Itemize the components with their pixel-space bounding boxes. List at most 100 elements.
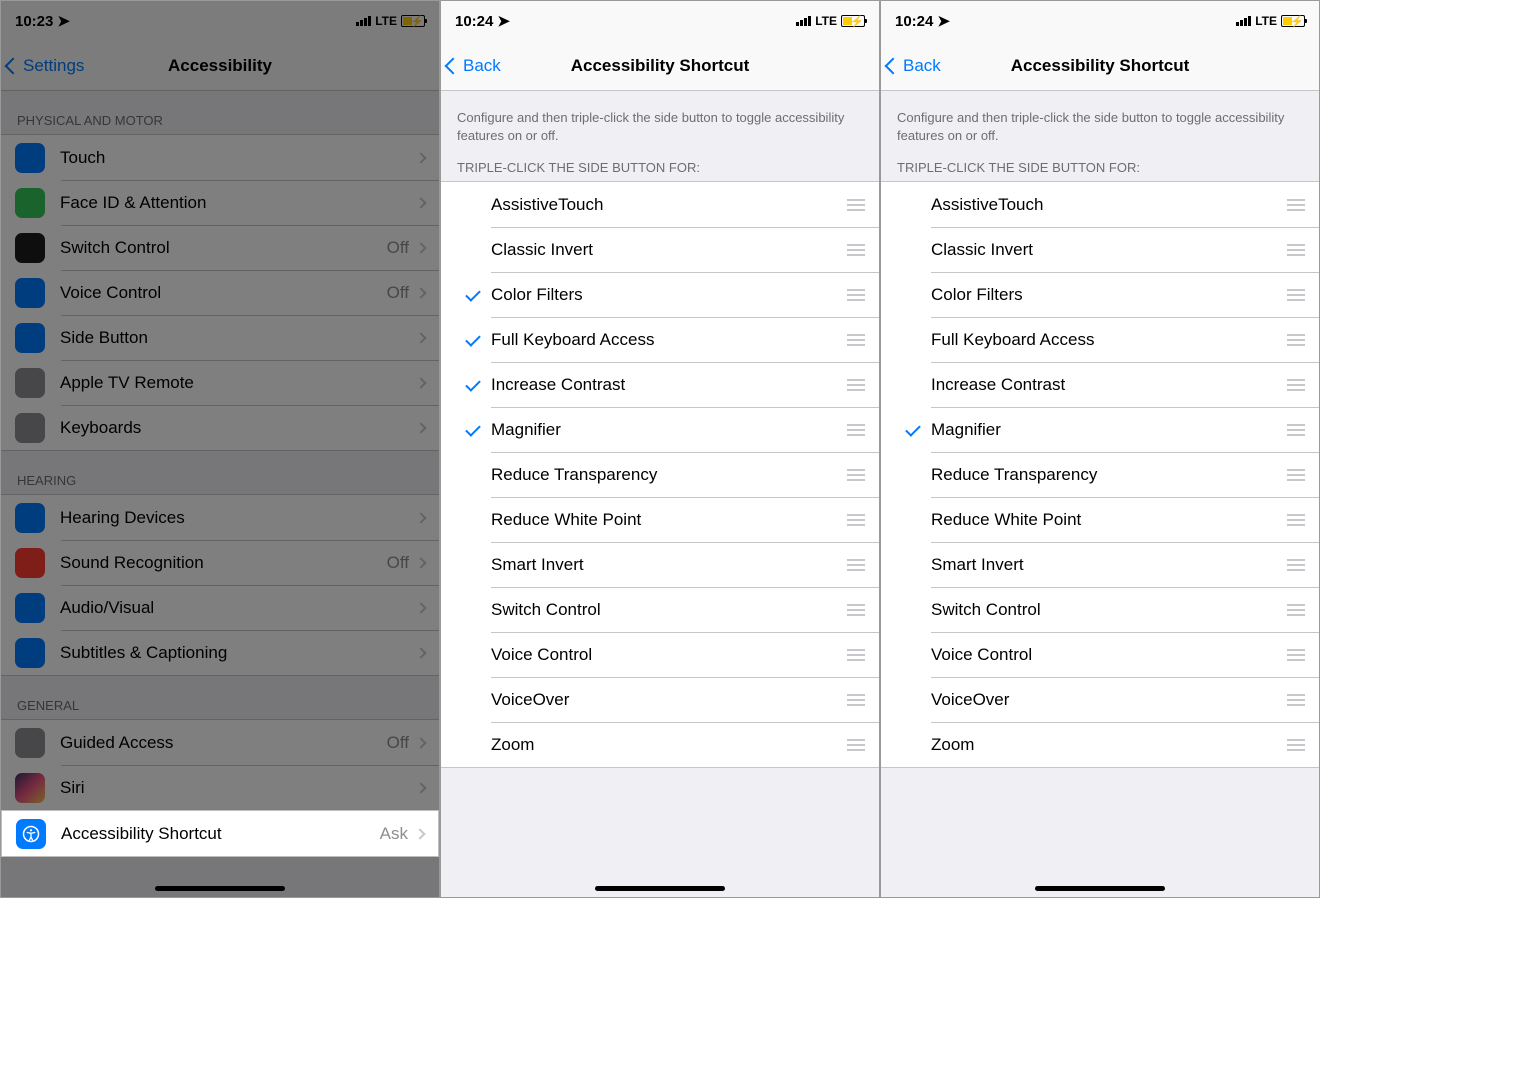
shortcut-option-row[interactable]: Classic Invert: [881, 227, 1319, 272]
chevron-left-icon: [5, 57, 22, 74]
settings-row[interactable]: Audio/Visual: [1, 585, 439, 630]
shortcut-option-row[interactable]: Reduce Transparency: [881, 452, 1319, 497]
shortcut-option-row[interactable]: Increase Contrast: [441, 362, 879, 407]
home-indicator[interactable]: [595, 886, 725, 891]
section-header-hearing: HEARING: [1, 451, 439, 494]
chevron-right-icon: [415, 602, 426, 613]
shortcut-option-row[interactable]: Switch Control: [441, 587, 879, 632]
content[interactable]: PHYSICAL AND MOTOR TouchFace ID & Attent…: [1, 91, 439, 897]
shortcut-option-row[interactable]: Magnifier: [881, 407, 1319, 452]
drag-handle-icon[interactable]: [1287, 514, 1305, 526]
option-label: Reduce White Point: [491, 510, 837, 530]
settings-row[interactable]: Voice ControlOff: [1, 270, 439, 315]
drag-handle-icon[interactable]: [1287, 604, 1305, 616]
page-title: Accessibility Shortcut: [1011, 56, 1190, 76]
settings-row[interactable]: Subtitles & Captioning: [1, 630, 439, 675]
location-icon: ➤: [497, 12, 510, 30]
shortcut-option-row[interactable]: Smart Invert: [441, 542, 879, 587]
accessibility-shortcut-row[interactable]: Accessibility Shortcut Ask: [1, 810, 439, 857]
shortcut-option-row[interactable]: Classic Invert: [441, 227, 879, 272]
drag-handle-icon[interactable]: [1287, 289, 1305, 301]
content[interactable]: Configure and then triple-click the side…: [441, 91, 879, 897]
caption-icon: [15, 638, 45, 668]
option-label: Switch Control: [931, 600, 1277, 620]
shortcut-option-row[interactable]: Increase Contrast: [881, 362, 1319, 407]
option-label: Switch Control: [491, 600, 837, 620]
row-label: Side Button: [60, 328, 417, 348]
drag-handle-icon[interactable]: [1287, 244, 1305, 256]
drag-handle-icon[interactable]: [847, 559, 865, 571]
shortcut-option-row[interactable]: Magnifier: [441, 407, 879, 452]
checkmark-icon: [465, 421, 481, 437]
back-button[interactable]: Back: [887, 41, 941, 90]
settings-row[interactable]: Sound RecognitionOff: [1, 540, 439, 585]
option-label: Magnifier: [931, 420, 1277, 440]
home-indicator[interactable]: [155, 886, 285, 891]
shortcut-option-row[interactable]: Reduce White Point: [441, 497, 879, 542]
drag-handle-icon[interactable]: [1287, 424, 1305, 436]
option-label: VoiceOver: [491, 690, 837, 710]
drag-handle-icon[interactable]: [1287, 694, 1305, 706]
chevron-right-icon: [415, 647, 426, 658]
chevron-right-icon: [415, 737, 426, 748]
drag-handle-icon[interactable]: [847, 379, 865, 391]
shortcut-option-row[interactable]: VoiceOver: [441, 677, 879, 722]
settings-row[interactable]: Hearing Devices: [1, 495, 439, 540]
drag-handle-icon[interactable]: [1287, 559, 1305, 571]
settings-row[interactable]: Switch ControlOff: [1, 225, 439, 270]
shortcut-option-row[interactable]: Reduce Transparency: [441, 452, 879, 497]
drag-handle-icon[interactable]: [847, 334, 865, 346]
network-label: LTE: [815, 14, 837, 28]
drag-handle-icon[interactable]: [847, 604, 865, 616]
shortcut-option-row[interactable]: Voice Control: [441, 632, 879, 677]
drag-handle-icon[interactable]: [1287, 739, 1305, 751]
checkmark-icon: [465, 331, 481, 347]
settings-row[interactable]: Siri: [1, 765, 439, 810]
drag-handle-icon[interactable]: [847, 199, 865, 211]
shortcut-option-row[interactable]: VoiceOver: [881, 677, 1319, 722]
shortcut-option-row[interactable]: Smart Invert: [881, 542, 1319, 587]
drag-handle-icon[interactable]: [847, 424, 865, 436]
drag-handle-icon[interactable]: [1287, 199, 1305, 211]
shortcut-option-row[interactable]: AssistiveTouch: [881, 182, 1319, 227]
shortcut-option-row[interactable]: Color Filters: [441, 272, 879, 317]
shortcut-option-row[interactable]: Full Keyboard Access: [881, 317, 1319, 362]
shortcut-option-row[interactable]: Zoom: [881, 722, 1319, 767]
drag-handle-icon[interactable]: [847, 469, 865, 481]
back-button[interactable]: Back: [447, 41, 501, 90]
row-detail: Ask: [380, 824, 408, 844]
shortcut-option-row[interactable]: AssistiveTouch: [441, 182, 879, 227]
status-bar: 10:24 ➤ LTE ⚡: [881, 1, 1319, 41]
shortcut-option-row[interactable]: Color Filters: [881, 272, 1319, 317]
shortcut-option-row[interactable]: Full Keyboard Access: [441, 317, 879, 362]
shortcut-option-row[interactable]: Voice Control: [881, 632, 1319, 677]
settings-row[interactable]: Apple TV Remote: [1, 360, 439, 405]
chevron-right-icon: [415, 512, 426, 523]
drag-handle-icon[interactable]: [847, 694, 865, 706]
option-label: Zoom: [491, 735, 837, 755]
shortcut-option-row[interactable]: Zoom: [441, 722, 879, 767]
settings-row[interactable]: Keyboards: [1, 405, 439, 450]
settings-row[interactable]: Guided AccessOff: [1, 720, 439, 765]
settings-row[interactable]: Side Button: [1, 315, 439, 360]
drag-handle-icon[interactable]: [847, 289, 865, 301]
check-indicator: [455, 292, 491, 298]
battery-icon: ⚡: [401, 15, 425, 27]
drag-handle-icon[interactable]: [847, 649, 865, 661]
drag-handle-icon[interactable]: [1287, 334, 1305, 346]
drag-handle-icon[interactable]: [847, 739, 865, 751]
content[interactable]: Configure and then triple-click the side…: [881, 91, 1319, 897]
drag-handle-icon[interactable]: [1287, 469, 1305, 481]
shortcut-option-row[interactable]: Reduce White Point: [881, 497, 1319, 542]
drag-handle-icon[interactable]: [1287, 379, 1305, 391]
drag-handle-icon[interactable]: [1287, 649, 1305, 661]
back-button[interactable]: Settings: [7, 41, 84, 90]
home-indicator[interactable]: [1035, 886, 1165, 891]
shortcut-option-row[interactable]: Switch Control: [881, 587, 1319, 632]
drag-handle-icon[interactable]: [847, 244, 865, 256]
section-header-physical: PHYSICAL AND MOTOR: [1, 91, 439, 134]
drag-handle-icon[interactable]: [847, 514, 865, 526]
settings-row[interactable]: Touch: [1, 135, 439, 180]
settings-row[interactable]: Face ID & Attention: [1, 180, 439, 225]
battery-icon: ⚡: [1281, 15, 1305, 27]
